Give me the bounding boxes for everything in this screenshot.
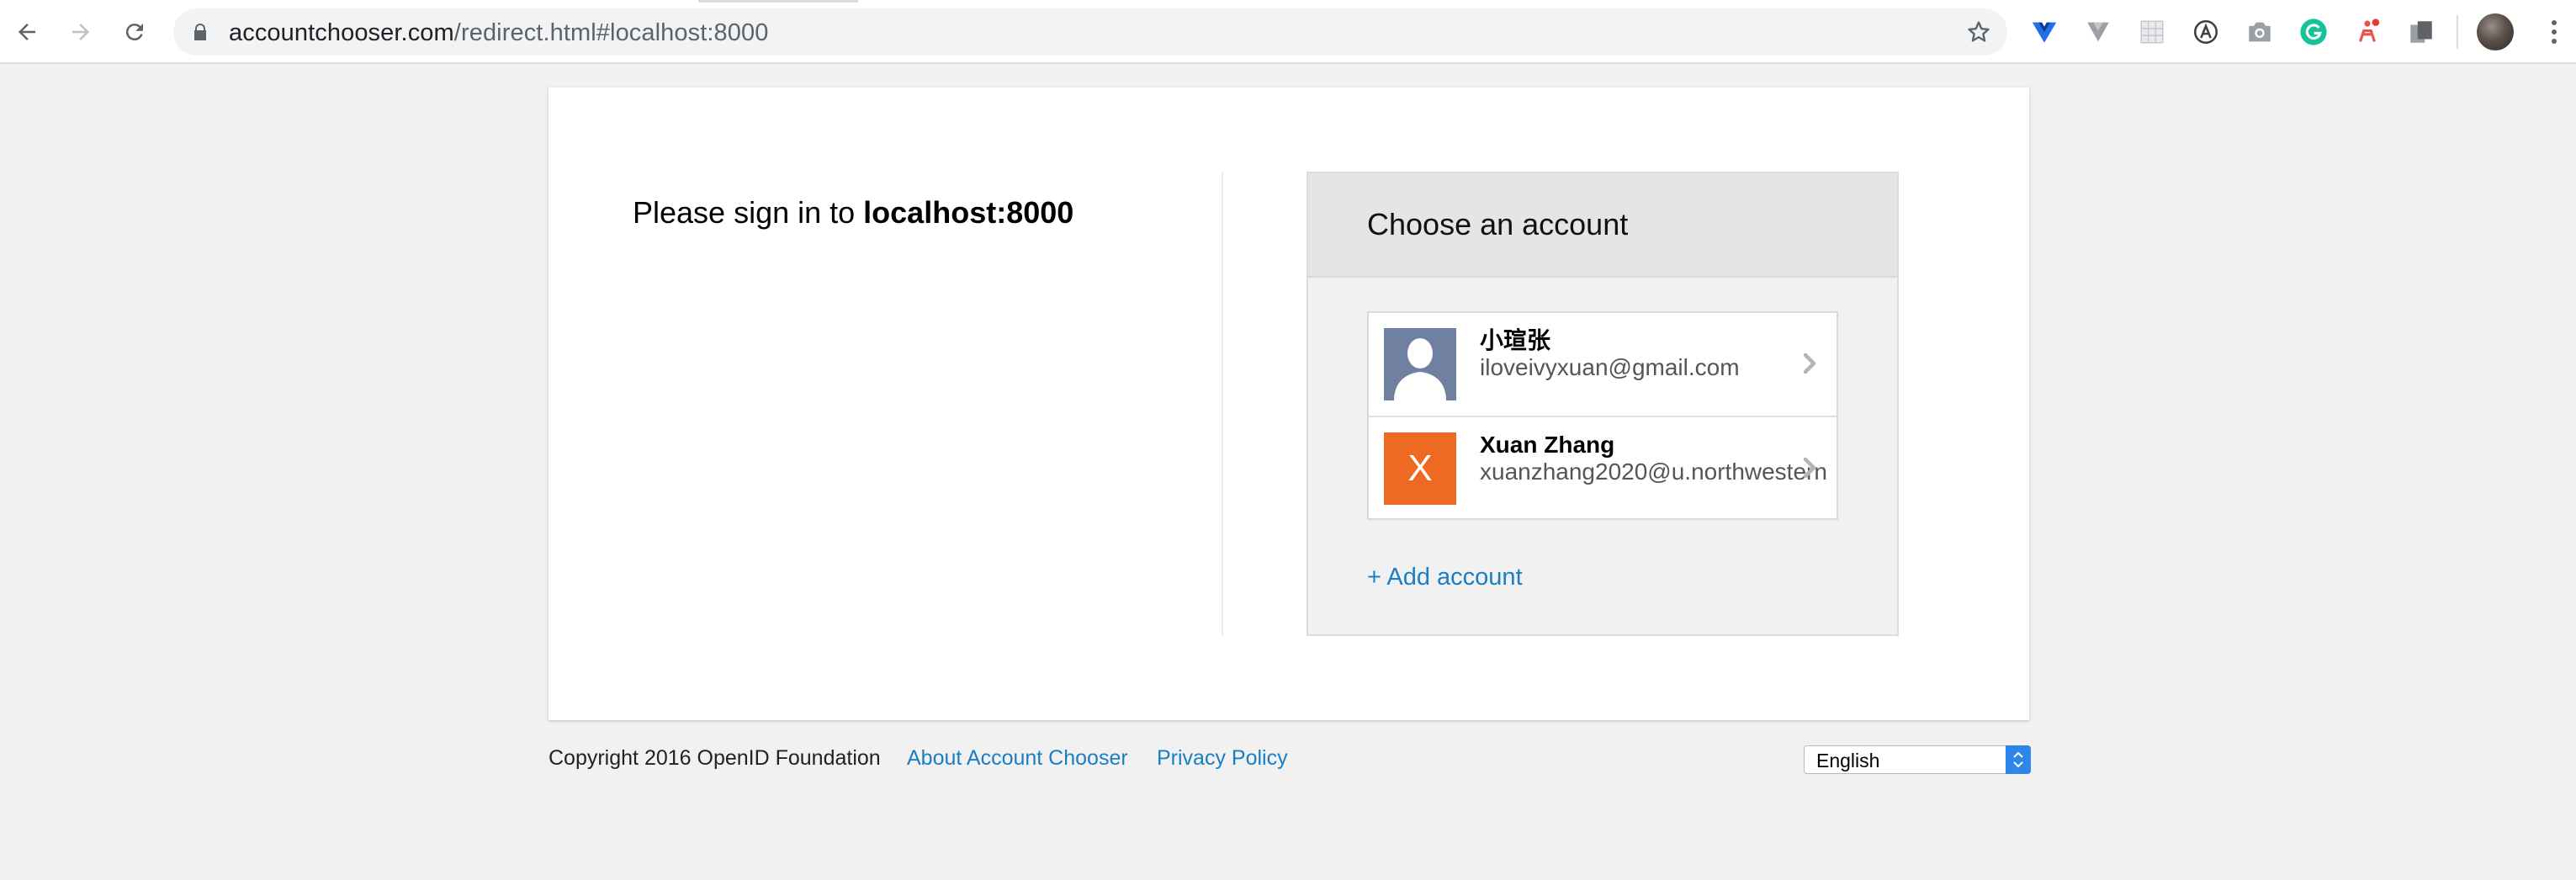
circled-a-icon[interactable] bbox=[2191, 17, 2221, 47]
documents-extension-icon[interactable] bbox=[2406, 17, 2436, 47]
grammarly-icon[interactable] bbox=[2298, 17, 2329, 47]
url-text[interactable]: accountchooser.com/redirect.html#localho… bbox=[229, 19, 768, 47]
kebab-menu-icon[interactable] bbox=[2539, 17, 2569, 47]
vue-devtools-icon[interactable] bbox=[2029, 17, 2059, 47]
silhouette-avatar-icon bbox=[1384, 328, 1456, 400]
forward-arrow-icon bbox=[72, 24, 89, 40]
reload-icon bbox=[125, 24, 143, 41]
camera-icon[interactable] bbox=[2245, 17, 2275, 47]
url-path: /redirect.html#localhost:8000 bbox=[453, 19, 769, 46]
profile-avatar-icon[interactable] bbox=[2477, 13, 2514, 50]
toolbar-divider bbox=[2457, 15, 2458, 49]
lock-icon bbox=[194, 24, 206, 40]
language-select[interactable]: English bbox=[1804, 745, 2031, 774]
star-icon[interactable] bbox=[1965, 19, 1992, 45]
account-email: iloveivyxuan@gmail.com bbox=[1480, 354, 1740, 380]
account-name: Xuan Zhang bbox=[1480, 432, 1615, 458]
chevron-right-icon bbox=[1803, 457, 1816, 479]
chooser-header: Choose an account bbox=[1308, 173, 1897, 278]
avatar: X bbox=[1384, 432, 1456, 505]
copyright-text: Copyright 2016 OpenID Foundation bbox=[549, 746, 881, 770]
back-arrow-icon bbox=[19, 24, 35, 40]
account-item[interactable]: 小瑄张 iloveivyxuan@gmail.com bbox=[1369, 313, 1837, 416]
tab-strip-edge bbox=[698, 0, 858, 3]
vertical-divider bbox=[1222, 172, 1223, 636]
reload-button[interactable] bbox=[114, 12, 155, 52]
forward-button[interactable] bbox=[61, 12, 101, 52]
account-name: 小瑄张 bbox=[1480, 327, 1551, 353]
v-extension-icon[interactable] bbox=[2083, 17, 2113, 47]
account-chooser-panel: Choose an account 小瑄张 iloveivyxuan@gmail… bbox=[1307, 172, 1899, 636]
url-host: accountchooser.com bbox=[229, 19, 454, 46]
address-bar[interactable]: accountchooser.com/redirect.html#localho… bbox=[173, 8, 2007, 56]
privacy-policy-link[interactable]: Privacy Policy bbox=[1157, 744, 1288, 772]
add-account-link[interactable]: + Add account bbox=[1367, 562, 1523, 592]
language-value: English bbox=[1816, 750, 1880, 771]
account-item[interactable]: X Xuan Zhang xuanzhang2020@u.northwester… bbox=[1369, 416, 1837, 518]
back-button[interactable] bbox=[7, 12, 47, 52]
chooser-title: Choose an account bbox=[1367, 207, 1629, 241]
grid-extension-icon[interactable] bbox=[2137, 17, 2167, 47]
figure-extension-icon[interactable] bbox=[2352, 17, 2383, 47]
browser-toolbar: accountchooser.com/redirect.html#localho… bbox=[0, 0, 2576, 64]
select-arrows-icon bbox=[2006, 745, 2031, 774]
about-account-chooser-link[interactable]: About Account Chooser bbox=[907, 744, 1128, 772]
signin-prompt: Please sign in to localhost:8000 bbox=[633, 192, 1073, 234]
chevron-right-icon bbox=[1803, 353, 1816, 374]
signin-site: localhost:8000 bbox=[863, 195, 1074, 230]
signin-card: Please sign in to localhost:8000 Choose … bbox=[549, 87, 2029, 720]
account-email: xuanzhang2020@u.northwestern bbox=[1480, 459, 1827, 485]
account-list: 小瑄张 iloveivyxuan@gmail.com X Xuan Zhang … bbox=[1367, 311, 1838, 520]
avatar bbox=[1384, 328, 1456, 400]
signin-prefix: Please sign in to bbox=[633, 195, 864, 230]
